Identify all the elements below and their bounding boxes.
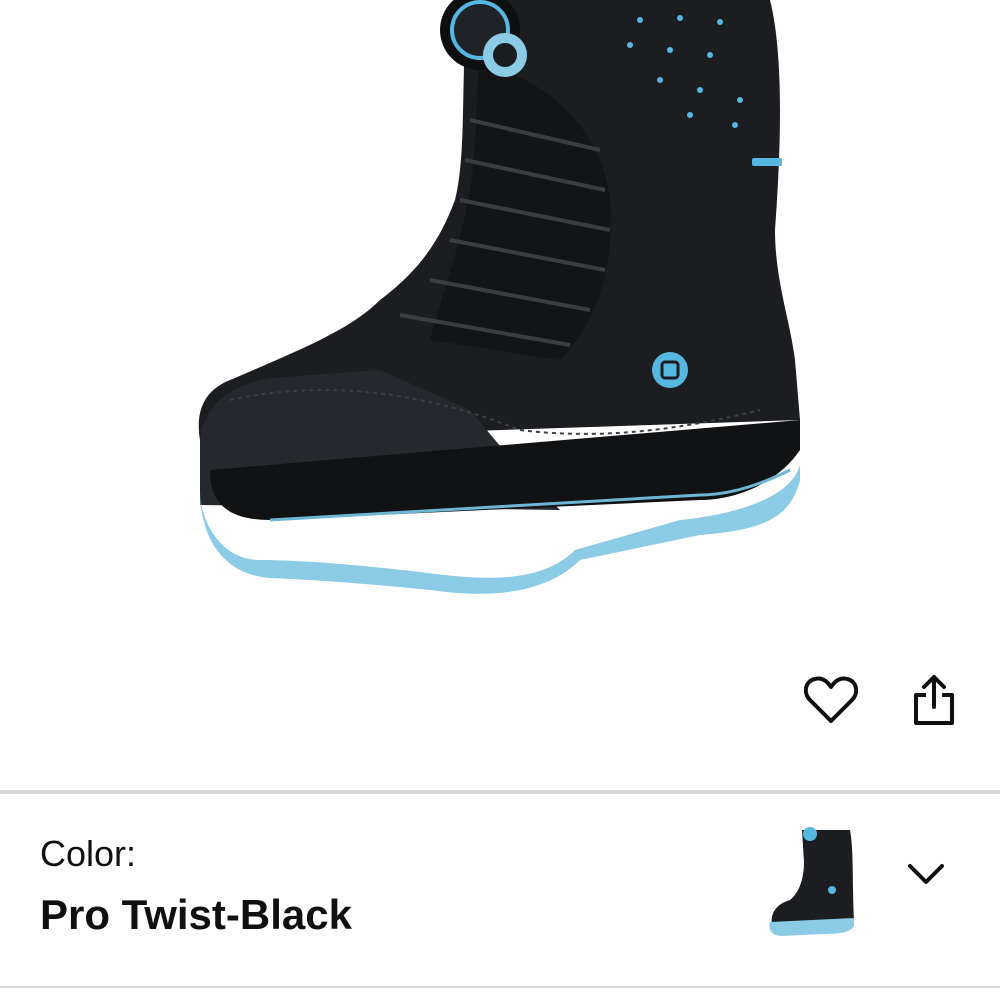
wishlist-button[interactable]	[799, 668, 863, 732]
color-label: Color:	[40, 833, 137, 874]
section-divider-bottom	[0, 986, 1000, 988]
chevron-down-icon	[908, 864, 944, 884]
color-swatch-thumbnail[interactable]	[762, 822, 862, 942]
product-image[interactable]	[0, 0, 1000, 660]
share-button[interactable]	[902, 668, 966, 732]
heart-icon	[804, 676, 858, 723]
share-icon	[914, 675, 954, 725]
expand-colors-button[interactable]	[902, 850, 950, 898]
color-value: Pro Twist-Black	[40, 891, 352, 938]
